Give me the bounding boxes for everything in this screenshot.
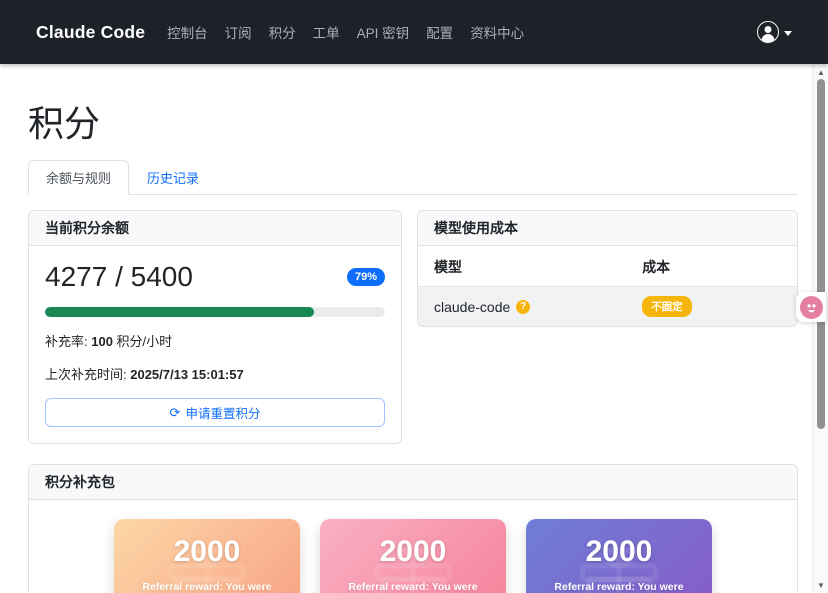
tab-balance-rules[interactable]: 余额与规则 xyxy=(28,160,129,195)
balance-card-title: 当前积分余额 xyxy=(29,211,401,246)
column-cost: 成本 xyxy=(642,257,781,277)
pack-description: Referral reward: You were referred and a… xyxy=(332,580,494,593)
progress-fill xyxy=(45,307,314,317)
reset-points-button[interactable]: ⟳ 申请重置积分 xyxy=(45,398,385,427)
balance-progress-bar xyxy=(45,307,385,317)
model-cost-card: 模型使用成本 模型 成本 claude-code ? 不固定 xyxy=(417,210,798,327)
pack-card-1: 2000 Referral reward: You were referred … xyxy=(114,519,300,593)
model-table-header: 模型 成本 xyxy=(418,246,797,287)
palette-icon xyxy=(805,301,818,314)
floating-widget-icon xyxy=(800,296,823,319)
balance-max: 5400 xyxy=(131,261,193,292)
last-refill-line: 上次补充时间: 2025/7/13 15:01:57 xyxy=(45,364,385,383)
pack-card-2: 2000 Referral reward: You were referred … xyxy=(320,519,506,593)
nav-item-settings[interactable]: 配置 xyxy=(426,22,453,42)
pack-amount: 2000 xyxy=(380,535,447,569)
tab-history[interactable]: 历史记录 xyxy=(129,160,217,195)
scrollbar-up-arrow[interactable]: ▲ xyxy=(813,65,828,79)
balance-card: 当前积分余额 4277 / 5400 79% 补充率: 100 积分/小时 上次… xyxy=(28,210,402,444)
top-navbar: Claude Code 控制台 订阅 积分 工单 API 密钥 配置 资料中心 xyxy=(0,0,828,64)
chevron-down-icon xyxy=(784,31,792,36)
user-avatar-icon xyxy=(757,21,779,43)
nav-links: 控制台 订阅 积分 工单 API 密钥 配置 资料中心 xyxy=(167,22,524,42)
nav-item-points[interactable]: 积分 xyxy=(269,22,296,42)
refill-rate-line: 补充率: 100 积分/小时 xyxy=(45,331,385,350)
balance-value: 4277 / 5400 xyxy=(45,261,193,293)
nav-item-console[interactable]: 控制台 xyxy=(167,22,208,42)
table-row: claude-code ? 不固定 xyxy=(418,287,797,326)
column-model: 模型 xyxy=(434,257,642,277)
user-menu[interactable] xyxy=(757,21,792,43)
nav-item-api-keys[interactable]: API 密钥 xyxy=(357,22,410,42)
packs-card: 积分补充包 2000 Referral reward: You were ref… xyxy=(28,464,798,593)
scrollbar-thumb[interactable] xyxy=(817,79,825,429)
pack-card-3: 2000 Referral reward: You were referred … xyxy=(526,519,712,593)
page-content: 积分 余额与规则 历史记录 当前积分余额 4277 / 5400 79% 补充率… xyxy=(0,64,828,593)
reset-button-label: 申请重置积分 xyxy=(185,403,260,422)
nav-item-docs[interactable]: 资料中心 xyxy=(470,22,524,42)
nav-item-subscription[interactable]: 订阅 xyxy=(225,22,252,42)
pack-description: Referral reward: You were referred and a… xyxy=(538,580,700,593)
pack-amount: 2000 xyxy=(174,535,241,569)
model-name: claude-code xyxy=(434,299,510,315)
brand-logo[interactable]: Claude Code xyxy=(36,22,145,43)
reset-icon: ⟳ xyxy=(170,406,181,419)
floating-widget-button[interactable] xyxy=(796,292,826,322)
packs-card-title: 积分补充包 xyxy=(29,465,797,500)
page-title: 积分 xyxy=(28,64,798,147)
tab-bar: 余额与规则 历史记录 xyxy=(28,160,798,195)
vertical-scrollbar: ▲ ▼ xyxy=(812,64,828,593)
scrollbar-down-arrow[interactable]: ▼ xyxy=(813,578,828,592)
question-circle-icon[interactable]: ? xyxy=(516,300,530,314)
nav-item-tickets[interactable]: 工单 xyxy=(313,22,340,42)
pack-description: Referral reward: You were referred and a… xyxy=(126,580,288,593)
pack-amount: 2000 xyxy=(586,535,653,569)
balance-current: 4277 xyxy=(45,261,107,292)
model-cost-card-title: 模型使用成本 xyxy=(418,211,797,246)
cost-badge: 不固定 xyxy=(642,296,692,317)
balance-separator: / xyxy=(107,261,130,292)
percent-badge: 79% xyxy=(347,268,385,286)
